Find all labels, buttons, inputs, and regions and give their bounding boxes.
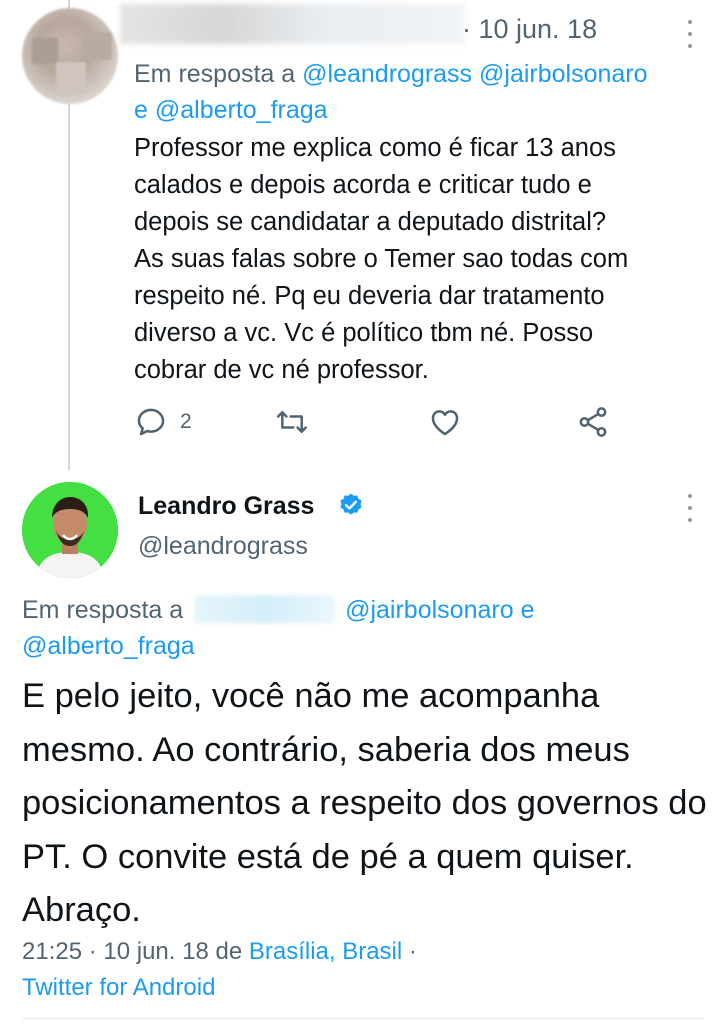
avatar-blurred[interactable] (22, 8, 118, 104)
author-handle[interactable]: @leandrograss (138, 532, 308, 561)
tweet-text: E pelo jeito, você não me acompanha mesm… (22, 677, 707, 929)
reply-tweet[interactable]: · 10 jun. 18 Em resposta a @leandrograss… (0, 0, 726, 470)
avatar-person-icon (22, 482, 118, 578)
retweet-icon (276, 411, 308, 433)
tweet-text: Professor me explica como é ficar 13 ano… (134, 134, 629, 384)
meta-separator: · (408, 938, 417, 965)
reply-to-line: Em resposta a @jairbolsonaro e @alberto_… (22, 592, 712, 664)
tweet-location[interactable]: Brasília, Brasil (249, 938, 402, 965)
reply-to-conjunction: e (520, 596, 535, 624)
mention-jairbolsonaro[interactable]: @jairbolsonaro (479, 60, 648, 88)
mention-alberto-fraga[interactable]: @alberto_fraga (22, 632, 195, 660)
tweet-date[interactable]: · 10 jun. 18 (462, 14, 597, 45)
like-button[interactable] (428, 400, 462, 444)
more-icon[interactable] (684, 20, 696, 48)
tweet-actions: 2 (134, 400, 634, 444)
tweet-meta: 21:25 · 10 jun. 18 de Brasília, Brasil ·… (22, 934, 712, 1006)
author-name[interactable]: Leandro Grass (138, 492, 314, 521)
share-icon (579, 407, 607, 437)
reply-to-prefix: Em resposta a (134, 60, 296, 88)
reply-count: 2 (180, 410, 192, 433)
reply-icon (137, 408, 165, 436)
divider (22, 1018, 704, 1019)
tweet-source[interactable]: Twitter for Android (22, 974, 215, 1001)
share-button[interactable] (576, 400, 610, 444)
like-icon (431, 410, 459, 436)
author-name-redacted (120, 4, 465, 44)
mention-jairbolsonaro[interactable]: @jairbolsonaro (345, 596, 514, 624)
reply-to-conjunction: e (134, 96, 148, 124)
verified-badge-icon (340, 493, 362, 515)
mention-alberto-fraga[interactable]: @alberto_fraga (155, 96, 328, 124)
reply-to-prefix: Em resposta a (22, 596, 184, 624)
main-tweet[interactable]: Leandro Grass @leandrograss Em resposta … (0, 470, 726, 1024)
mention-leandrograss[interactable]: @leandrograss (302, 60, 472, 88)
mention-redacted (194, 595, 335, 623)
reply-to-line: Em resposta a @leandrograss @jairbolsona… (134, 56, 714, 128)
more-icon[interactable] (684, 494, 696, 522)
avatar-leandro-grass[interactable] (22, 482, 118, 578)
retweet-button[interactable] (274, 400, 310, 444)
tweet-timestamp[interactable]: 21:25 · 10 jun. 18 de (22, 938, 242, 965)
reply-button[interactable]: 2 (134, 400, 192, 444)
